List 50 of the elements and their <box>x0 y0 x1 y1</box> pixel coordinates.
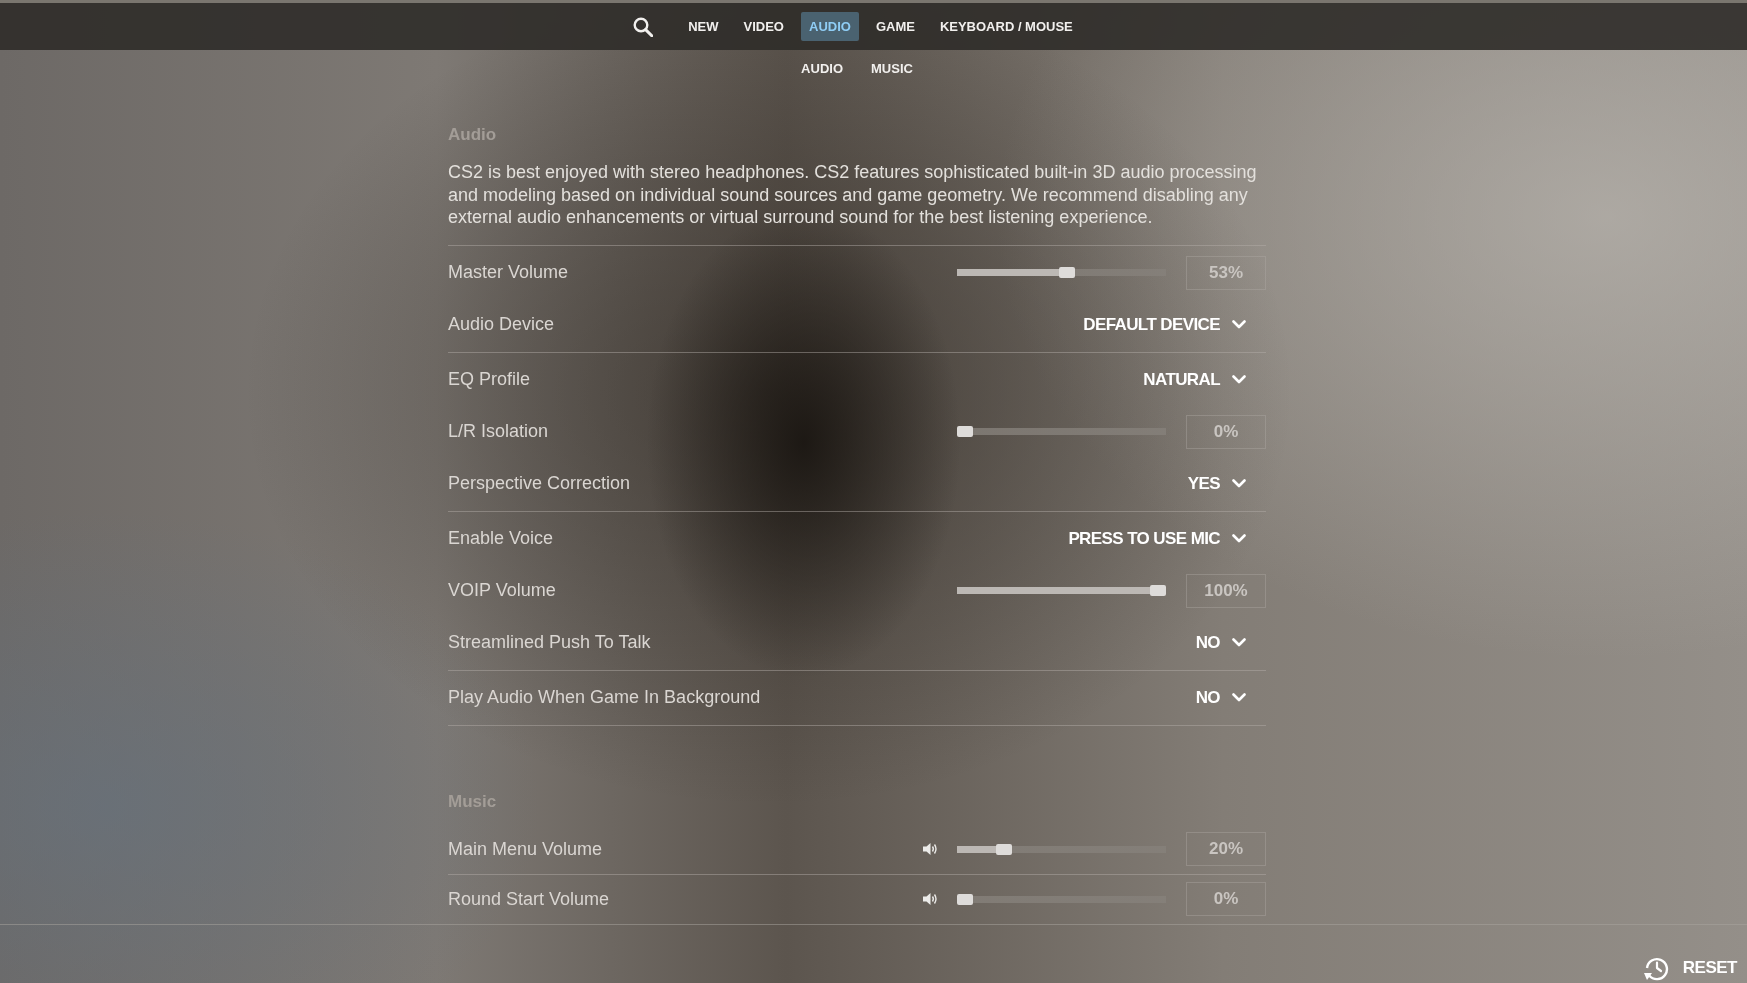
nav-tab[interactable]: VIDEO <box>735 12 792 41</box>
setting-label: L/R Isolation <box>448 420 550 443</box>
setting-label: Audio Device <box>448 313 556 336</box>
nav-tab[interactable]: NEW <box>680 12 727 41</box>
clock-arrow-icon <box>1642 955 1669 981</box>
reset-button[interactable]: RESET <box>1642 955 1737 981</box>
setting-label: Perspective Correction <box>448 472 632 495</box>
setting-label: Play Audio When Game In Background <box>448 686 762 709</box>
dropdown-button[interactable]: NATURAL <box>1143 366 1246 393</box>
section-link[interactable]: MUSIC <box>871 59 913 79</box>
slider-thumb[interactable] <box>1150 585 1166 596</box>
slider-track[interactable] <box>957 587 1166 594</box>
speaker-icon <box>923 892 938 906</box>
setting-label: VOIP Volume <box>448 579 557 602</box>
chevron-down-icon <box>1232 479 1246 488</box>
nav-tab[interactable]: KEYBOARD / MOUSE <box>931 12 1081 41</box>
slider-track[interactable] <box>957 845 1166 853</box>
chevron-down-icon <box>1232 693 1246 702</box>
dropdown-button[interactable]: YES <box>1187 470 1246 497</box>
value-field[interactable]: 20% <box>1186 832 1266 866</box>
section-description: CS2 is best enjoyed with stereo headphones. CS2 features sophisticated built-in 3D audio processing and modeling based on individual sound sources and game geometry. We recommend disabling any external audio enhancements or virtual surround sound for the best listening experience. <box>448 161 1266 246</box>
dropdown-button[interactable]: DEFAULT DEVICE <box>1083 311 1246 338</box>
setting-label: Streamlined Push To Talk <box>448 631 652 654</box>
chevron-down-icon <box>1232 638 1246 647</box>
nav-tab[interactable]: AUDIO <box>801 12 859 41</box>
dropdown-button[interactable]: PRESS TO USE MIC <box>1068 525 1246 552</box>
setting-label: Master Volume <box>448 261 570 284</box>
slider-thumb[interactable] <box>957 426 973 437</box>
chevron-down-icon <box>1232 375 1246 384</box>
chevron-down-icon <box>1232 534 1246 543</box>
value-field[interactable]: 0% <box>1186 882 1266 916</box>
nav-tab[interactable]: GAME <box>867 12 923 41</box>
slider-thumb[interactable] <box>957 893 973 905</box>
setting-label: Enable Voice <box>448 527 555 550</box>
search-icon[interactable] <box>633 16 654 37</box>
dropdown-button[interactable]: NO <box>1195 629 1246 656</box>
slider-track[interactable] <box>957 269 1166 276</box>
setting-label: Main Menu Volume <box>448 837 604 861</box>
chevron-down-icon <box>1232 320 1246 329</box>
value-field[interactable]: 0% <box>1186 414 1266 449</box>
setting-label: Round Start Volume <box>448 887 611 911</box>
speaker-icon <box>923 842 938 856</box>
value-field[interactable]: 100% <box>1186 573 1266 608</box>
dropdown-button[interactable]: NO <box>1195 684 1246 711</box>
slider-track[interactable] <box>957 895 1166 903</box>
slider-thumb[interactable] <box>995 843 1012 855</box>
section-link[interactable]: AUDIO <box>801 59 843 79</box>
slider-thumb[interactable] <box>1059 267 1076 278</box>
slider-track[interactable] <box>957 428 1166 435</box>
setting-label: EQ Profile <box>448 368 532 391</box>
